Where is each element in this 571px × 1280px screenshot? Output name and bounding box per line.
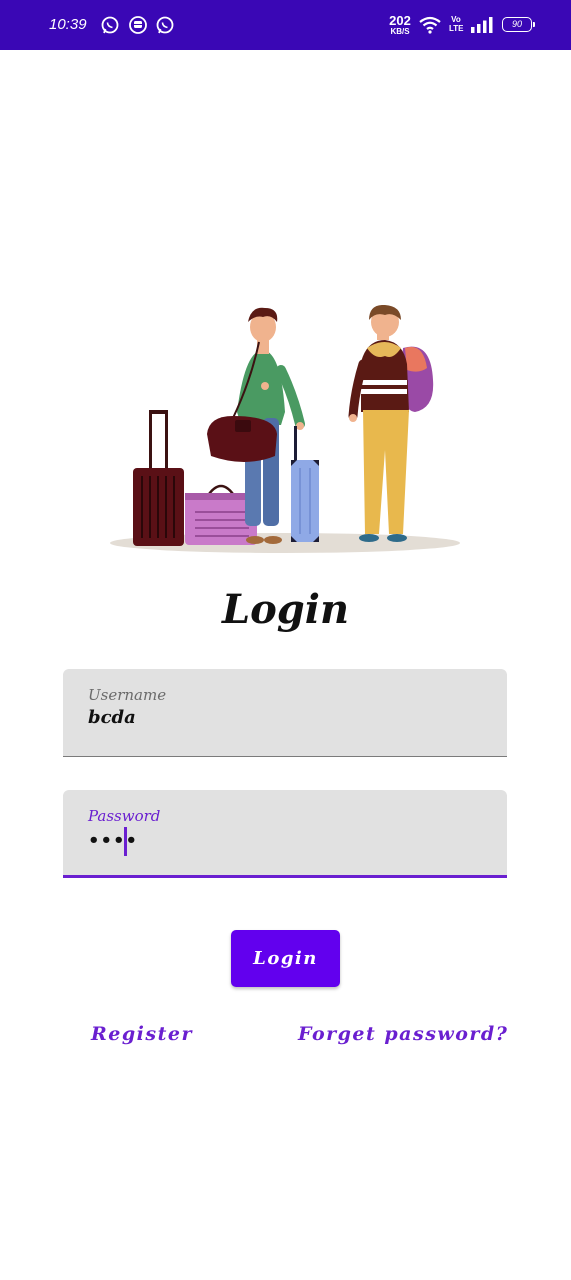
username-field[interactable]: Username bcda — [63, 669, 507, 757]
password-field[interactable]: Password •••• — [63, 790, 507, 878]
blue-suitcase — [291, 426, 319, 542]
whatsapp-icon — [101, 16, 119, 34]
volte-top: Vo — [451, 15, 461, 24]
register-link[interactable]: Register — [91, 1023, 193, 1045]
network-speed-unit: KB/S — [390, 27, 410, 36]
volte-bottom: LTE — [449, 24, 464, 33]
battery-indicator: 90 — [502, 17, 535, 32]
status-bar: 10:39 202 KB/S Vo LTE 90 — [0, 0, 571, 50]
whatsapp-icon — [156, 16, 174, 34]
volte-indicator: Vo LTE — [449, 15, 464, 33]
traveler-with-backpack — [348, 304, 434, 542]
username-value[interactable]: bcda — [88, 707, 136, 728]
page-title: Login — [221, 586, 350, 633]
login-button[interactable]: Login — [231, 930, 340, 987]
notification-app-icon — [129, 16, 147, 34]
text-cursor — [124, 827, 127, 856]
password-value[interactable]: •••• — [88, 830, 138, 851]
network-speed: 202 KB/S — [386, 14, 414, 36]
travelers-with-luggage-illustration — [110, 304, 460, 553]
password-label: Password — [88, 807, 161, 825]
wifi-icon — [419, 16, 441, 34]
signal-icon — [471, 17, 493, 33]
dark-suitcase — [133, 410, 184, 546]
battery-level: 90 — [511, 19, 522, 29]
status-time: 10:39 — [49, 16, 87, 33]
forget-password-link[interactable]: Forget password? — [298, 1023, 508, 1045]
network-speed-value: 202 — [389, 13, 411, 28]
username-label: Username — [88, 686, 167, 704]
